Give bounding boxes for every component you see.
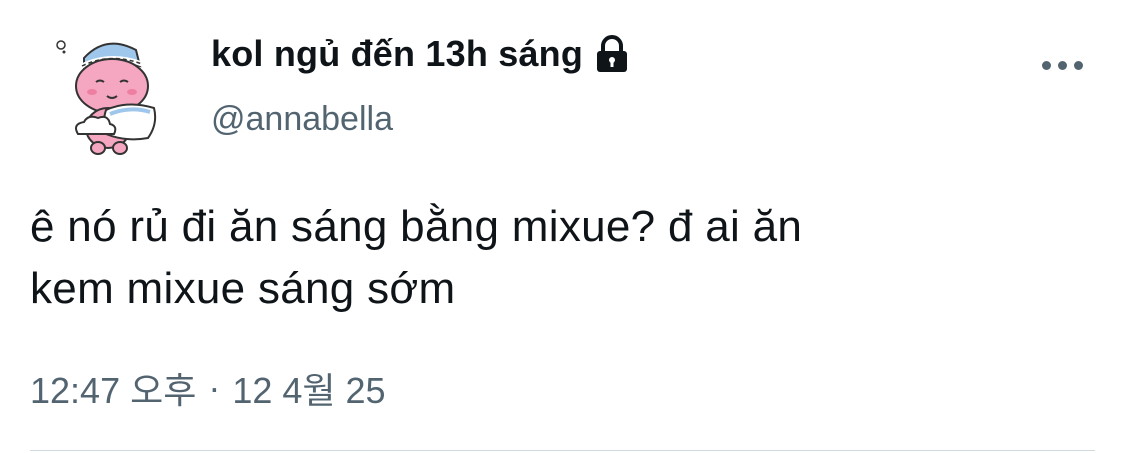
tweet-text: ê nó rủ đi ăn sáng bằng mixue? đ ai ăn k… <box>30 202 803 313</box>
lock-icon <box>597 35 628 72</box>
user-handle[interactable]: @annabella <box>211 100 393 139</box>
tweet-time: 12:47 오후 <box>30 370 197 411</box>
more-options-icon-dot <box>1073 60 1083 70</box>
divider <box>30 450 1095 451</box>
timestamp-separator: · <box>208 367 221 408</box>
more-options-icon-dot <box>1057 60 1067 70</box>
pink-bear-avatar-icon <box>56 40 157 155</box>
avatar[interactable] <box>44 30 174 160</box>
more-options-icon <box>1041 60 1051 70</box>
tweet-card: kol ngủ đến 13h sáng @annabella ê nó rủ … <box>0 0 1125 453</box>
tweet-date: 12 4월 25 <box>232 370 386 411</box>
author-name-row: kol ngủ đến 13h sáng <box>211 28 631 80</box>
timestamp[interactable]: 12:47 오후 · 12 4월 25 <box>30 362 386 414</box>
display-name[interactable]: kol ngủ đến 13h sáng <box>211 33 583 75</box>
more-options-button[interactable] <box>1036 50 1088 80</box>
